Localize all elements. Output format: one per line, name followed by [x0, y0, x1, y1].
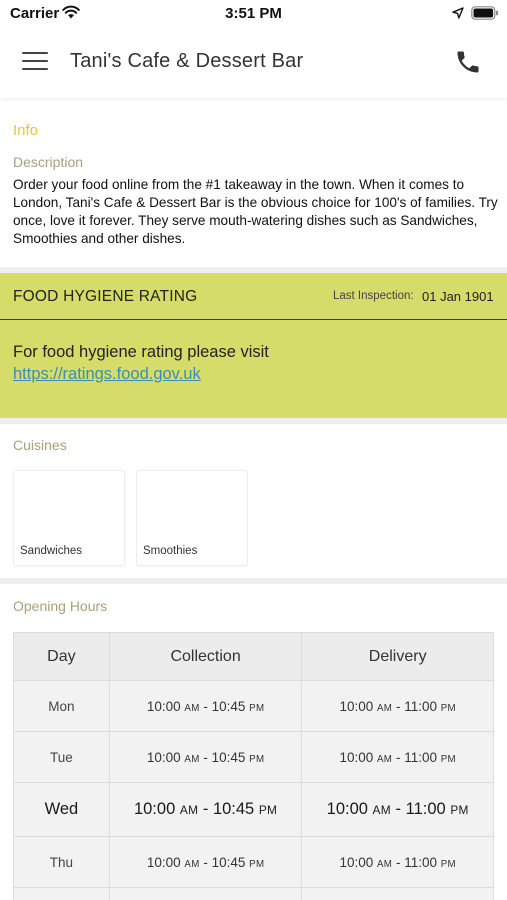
day-cell: Thu	[13, 836, 110, 888]
clock: 3:51 PM	[225, 5, 282, 22]
collection-hours-cell: 10:00 AM - 10:45 PM	[108, 680, 303, 732]
cuisine-image	[137, 471, 247, 541]
page-title: Tani's Cafe & Dessert Bar	[70, 50, 304, 72]
cuisines-section: Cuisines Sandwiches Smoothies	[0, 424, 507, 578]
hamburger-menu-icon[interactable]	[22, 52, 48, 72]
column-header-delivery: Delivery	[301, 632, 494, 681]
collection-hours-cell: 10:00 AM - 10:45 PM	[108, 731, 303, 783]
delivery-hours-cell: 10:00 AM - 11:00 PM	[301, 836, 494, 888]
day-cell: Mon	[13, 680, 110, 732]
column-header-collection: Collection	[108, 632, 303, 681]
table-row: Tue 10:00 AM - 10:45 PM 10:00 AM - 11:00…	[13, 731, 494, 783]
day-cell: Wed	[13, 782, 110, 837]
delivery-hours-cell: 10:00 AM - 11:00 PM	[301, 782, 494, 837]
cuisine-card-sandwiches[interactable]: Sandwiches	[13, 470, 125, 566]
description-text: Order your food online from the #1 takea…	[13, 177, 498, 246]
table-row-partial	[13, 887, 494, 900]
cuisine-name: Sandwiches	[20, 545, 83, 557]
collection-hours-cell: 10:00 AM - 10:45 PM	[108, 836, 303, 888]
column-header-day: Day	[13, 632, 110, 681]
cuisine-image	[14, 471, 124, 541]
info-section: Info Description Order your food online …	[0, 104, 507, 267]
opening-hours-section: Opening Hours Day Collection Delivery Mo…	[0, 584, 507, 900]
description-label: Description	[13, 154, 84, 170]
collection-hours-cell: 10:00 AM - 10:45 PM	[108, 782, 303, 837]
opening-hours-table: Day Collection Delivery Mon 10:00 AM - 1…	[13, 632, 494, 900]
location-arrow-icon	[452, 7, 464, 19]
food-hygiene-panel: FOOD HYGIENE RATING Last Inspection: 01 …	[0, 273, 507, 418]
app-header: Tani's Cafe & Dessert Bar	[0, 28, 507, 98]
delivery-hours-cell: 10:00 AM - 11:00 PM	[301, 680, 494, 732]
table-row: Thu 10:00 AM - 10:45 PM 10:00 AM - 11:00…	[13, 836, 494, 888]
info-heading: Info	[13, 122, 39, 139]
table-row-today: Wed 10:00 AM - 10:45 PM 10:00 AM - 11:00…	[13, 782, 494, 837]
last-inspection-label: Last Inspection:	[333, 290, 414, 302]
opening-hours-label: Opening Hours	[13, 598, 108, 614]
last-inspection-date: 01 Jan 1901	[422, 289, 494, 304]
cuisine-card-smoothies[interactable]: Smoothies	[136, 470, 248, 566]
hygiene-title: FOOD HYGIENE RATING	[13, 288, 198, 305]
delivery-hours-cell: 10:00 AM - 11:00 PM	[301, 731, 494, 783]
table-row: Mon 10:00 AM - 10:45 PM 10:00 AM - 11:00…	[13, 680, 494, 732]
status-bar: Carrier 3:51 PM	[0, 0, 507, 28]
cuisine-name: Smoothies	[143, 545, 198, 557]
phone-icon[interactable]	[454, 48, 482, 76]
hygiene-divider	[0, 319, 507, 320]
hygiene-text: For food hygiene rating please visit	[13, 343, 269, 361]
day-cell: Tue	[13, 731, 110, 783]
battery-icon	[471, 6, 498, 20]
table-header-row: Day Collection Delivery	[13, 632, 494, 681]
hygiene-ratings-link[interactable]: https://ratings.food.gov.uk	[13, 365, 201, 384]
cuisines-label: Cuisines	[13, 437, 67, 453]
